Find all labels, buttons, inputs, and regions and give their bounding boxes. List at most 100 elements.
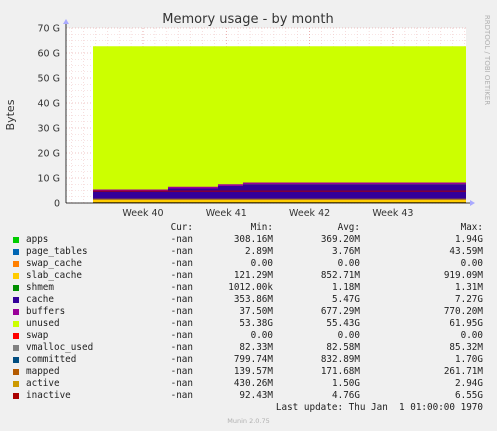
legend-name: swap bbox=[26, 330, 49, 341]
legend-cur: -nan bbox=[170, 318, 193, 329]
legend-name: active bbox=[26, 378, 60, 389]
legend-cur: -nan bbox=[170, 330, 193, 341]
legend-min: 1012.00k bbox=[228, 282, 273, 293]
legend-cur: -nan bbox=[170, 294, 193, 305]
legend-cur: -nan bbox=[170, 306, 193, 317]
legend-swatch bbox=[13, 236, 19, 243]
legend-swatch bbox=[13, 248, 19, 255]
y-tick-label: 30 G bbox=[38, 124, 60, 135]
y-tick-label: 20 G bbox=[38, 149, 60, 160]
legend-avg: 0.00 bbox=[337, 330, 360, 341]
legend-max: 0.00 bbox=[460, 330, 483, 341]
legend-min: 799.74M bbox=[233, 354, 273, 365]
legend-row-mapped: mapped -nan 139.57M 171.68M 261.71M bbox=[0, 366, 497, 378]
legend-name: vmalloc_used bbox=[26, 342, 94, 353]
legend-max: 261.71M bbox=[443, 366, 483, 377]
legend-cur: -nan bbox=[170, 342, 193, 353]
legend-swatch bbox=[13, 356, 19, 363]
x-tick-label: Week 40 bbox=[122, 208, 163, 219]
x-tick-label: Week 43 bbox=[372, 208, 413, 219]
unused-area bbox=[93, 46, 467, 203]
legend-min: 82.33M bbox=[239, 342, 273, 353]
chart-title: Memory usage - by month bbox=[162, 12, 333, 27]
legend-name: buffers bbox=[26, 306, 66, 317]
legend-row-vmalloc-used: vmalloc_used -nan 82.33M 82.58M 85.32M bbox=[0, 342, 497, 354]
legend-avg: 1.50G bbox=[332, 378, 360, 389]
legend-min: 139.57M bbox=[233, 366, 273, 377]
legend-row-swap: swap -nan 0.00 0.00 0.00 bbox=[0, 330, 497, 342]
legend-avg: 171.68M bbox=[320, 366, 360, 377]
legend-max: 61.95G bbox=[449, 318, 483, 329]
legend-name: inactive bbox=[26, 390, 71, 401]
rrdtool-credit: RRDTOOL / TOBI OETIKER bbox=[483, 15, 491, 105]
legend-min: 121.29M bbox=[233, 270, 273, 281]
legend-max: 1.70G bbox=[455, 354, 483, 365]
legend-min: 353.86M bbox=[233, 294, 273, 305]
legend-name: slab_cache bbox=[26, 270, 82, 281]
legend-cur: -nan bbox=[170, 282, 193, 293]
legend-row-shmem: shmem -nan 1012.00k 1.18M 1.31M bbox=[0, 282, 497, 294]
legend-avg: 3.76M bbox=[332, 246, 360, 257]
legend-name: apps bbox=[26, 234, 49, 245]
legend-avg: 369.20M bbox=[320, 234, 360, 245]
legend-avg: 82.58M bbox=[326, 342, 360, 353]
legend-avg: 832.89M bbox=[320, 354, 360, 365]
legend-max: 0.00 bbox=[460, 258, 483, 269]
legend-row-active: active -nan 430.26M 1.50G 2.94G bbox=[0, 378, 497, 390]
legend-avg: 852.71M bbox=[320, 270, 360, 281]
y-tick-label: 0 bbox=[54, 199, 60, 210]
legend-swatch bbox=[13, 308, 19, 315]
legend-row-slab-cache: slab_cache -nan 121.29M 852.71M 919.09M bbox=[0, 270, 497, 282]
legend-max: 919.09M bbox=[443, 270, 483, 281]
legend-cur: -nan bbox=[170, 270, 193, 281]
legend-max: 43.59M bbox=[449, 246, 483, 257]
legend-cur: -nan bbox=[170, 390, 193, 401]
y-tick-label: 50 G bbox=[38, 74, 60, 85]
legend-row-apps: apps -nan 308.16M 369.20M 1.94G bbox=[0, 234, 497, 246]
legend-row-inactive: inactive -nan 92.43M 4.76G 6.55G bbox=[0, 390, 497, 402]
legend-max: 2.94G bbox=[455, 378, 483, 389]
legend-row-swap-cache: swap_cache -nan 0.00 0.00 0.00 bbox=[0, 258, 497, 270]
y-axis-label: Bytes bbox=[4, 99, 17, 130]
legend-swatch bbox=[13, 344, 19, 351]
legend-swatch bbox=[13, 296, 19, 303]
legend-swatch bbox=[13, 392, 19, 399]
y-axis-arrow bbox=[63, 19, 69, 24]
legend-name: cache bbox=[26, 294, 54, 305]
x-tick-label: Week 42 bbox=[289, 208, 330, 219]
legend-min: 308.16M bbox=[233, 234, 273, 245]
legend-cur: -nan bbox=[170, 354, 193, 365]
legend-cur: -nan bbox=[170, 258, 193, 269]
y-tick-label: 40 G bbox=[38, 99, 60, 110]
legend-max: 7.27G bbox=[455, 294, 483, 305]
legend-avg: 0.00 bbox=[337, 258, 360, 269]
legend: Cur: Min: Avg: Max: apps -nan 308.16M 369.2… bbox=[0, 222, 497, 402]
legend-max: 1.31M bbox=[455, 282, 483, 293]
legend-name: committed bbox=[26, 354, 77, 365]
legend-min: 2.89M bbox=[245, 246, 273, 257]
legend-swatch bbox=[13, 320, 19, 327]
legend-name: mapped bbox=[26, 366, 60, 377]
legend-name: page_tables bbox=[26, 246, 88, 257]
legend-avg: 5.47G bbox=[332, 294, 360, 305]
header-cur: Cur: bbox=[170, 222, 193, 233]
x-axis-arrow bbox=[470, 200, 475, 206]
legend-row-page-tables: page_tables -nan 2.89M 3.76M 43.59M bbox=[0, 246, 497, 258]
legend-min: 37.50M bbox=[239, 306, 273, 317]
legend-swatch bbox=[13, 272, 19, 279]
legend-max: 85.32M bbox=[449, 342, 483, 353]
legend-swatch bbox=[13, 332, 19, 339]
legend-min: 0.00 bbox=[250, 258, 273, 269]
legend-min: 53.38G bbox=[239, 318, 273, 329]
legend-cur: -nan bbox=[170, 378, 193, 389]
legend-name: swap_cache bbox=[26, 258, 82, 269]
y-tick-label: 10 G bbox=[38, 174, 60, 185]
legend-cur: -nan bbox=[170, 366, 193, 377]
legend-avg: 1.18M bbox=[332, 282, 360, 293]
legend-cur: -nan bbox=[170, 246, 193, 257]
legend-cur: -nan bbox=[170, 234, 193, 245]
legend-min: 430.26M bbox=[233, 378, 273, 389]
legend-max: 6.55G bbox=[455, 390, 483, 401]
slab-cache-area bbox=[93, 199, 467, 203]
header-max: Max: bbox=[460, 222, 483, 233]
